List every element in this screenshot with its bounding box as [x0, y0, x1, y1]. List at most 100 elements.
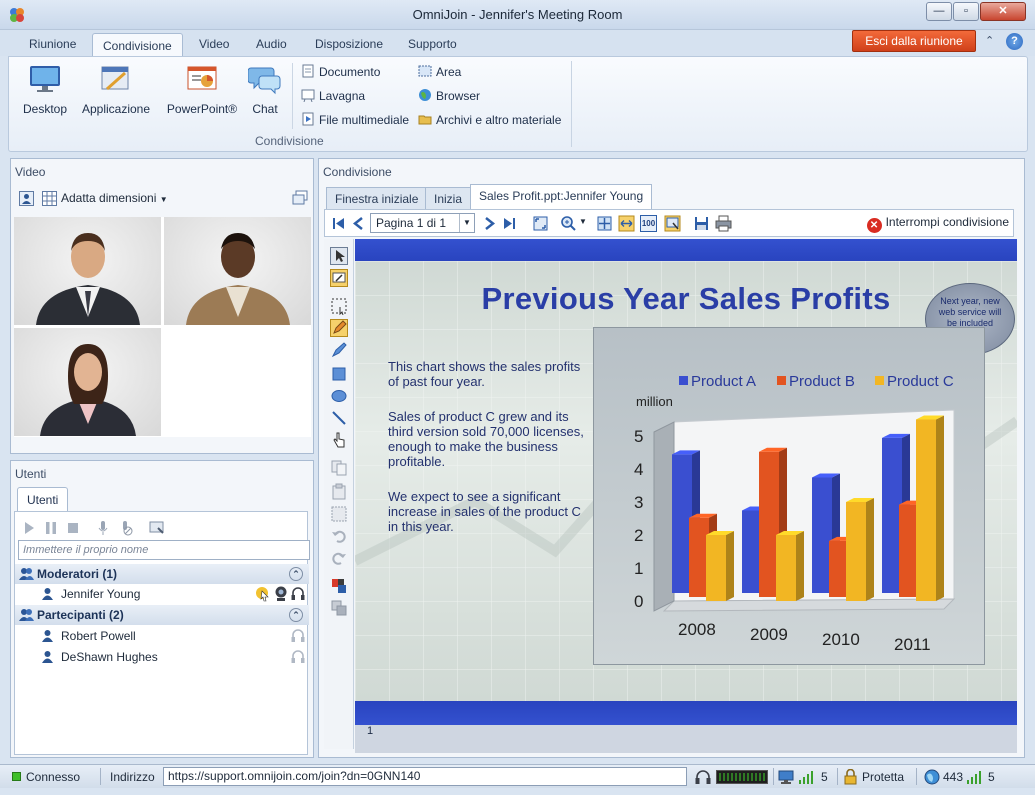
bar-side: [936, 415, 944, 601]
share-application-button[interactable]: Applicazione: [79, 63, 153, 116]
rectangle-tool-icon[interactable]: [330, 365, 348, 383]
page-select[interactable]: Pagina 1 di 1 ▼: [370, 213, 475, 233]
video-tile-participant-3[interactable]: [14, 328, 161, 436]
grid-layout-icon[interactable]: [42, 191, 57, 206]
fit-width-icon[interactable]: [618, 215, 635, 232]
paste-icon[interactable]: [330, 483, 348, 501]
share-desktop-button[interactable]: Desktop: [21, 63, 69, 116]
name-input[interactable]: Immettere il proprio nome: [18, 540, 310, 560]
undo-icon[interactable]: [330, 527, 348, 545]
tab-audio[interactable]: Audio: [256, 37, 287, 51]
tab-condivisione[interactable]: Condivisione: [92, 33, 183, 57]
presenter-pointer-icon[interactable]: [255, 586, 271, 602]
last-page-icon[interactable]: [501, 215, 518, 232]
user-video-icon[interactable]: [19, 191, 34, 206]
legend-swatch: [777, 376, 786, 385]
color-palette-icon[interactable]: [330, 577, 348, 595]
annotate-icon[interactable]: [330, 269, 348, 287]
video-tile-participant-1[interactable]: [14, 217, 161, 325]
headset-icon[interactable]: [291, 586, 305, 602]
whiteboard-button[interactable]: Lavagna: [301, 87, 365, 105]
first-page-icon[interactable]: [330, 215, 347, 232]
fit-page-icon[interactable]: [596, 215, 613, 232]
maximize-button[interactable]: ▫: [953, 2, 979, 21]
previous-page-icon[interactable]: [350, 215, 367, 232]
select-arrow-icon[interactable]: [330, 247, 348, 265]
select-all-icon[interactable]: [330, 505, 348, 523]
tab-users[interactable]: Utenti: [17, 487, 69, 512]
x-tick-label: 2008: [678, 620, 716, 639]
print-icon[interactable]: [715, 215, 732, 232]
chart-svg: 0 1 2 3 4 5 million Product A Product B Product C…: [634, 373, 956, 654]
slide-viewport[interactable]: Previous Year Sales Profits This chart s…: [355, 239, 1017, 753]
headset-icon[interactable]: [291, 628, 305, 644]
tab-sales-profit-ppt[interactable]: Sales Profit.ppt:Jennifer Young: [470, 184, 653, 209]
meeting-address-field[interactable]: https://support.omnijoin.com/join?dn=0GN…: [163, 767, 687, 786]
marquee-select-icon[interactable]: [330, 297, 348, 315]
list-item[interactable]: DeShawn Hughes: [41, 647, 158, 667]
zoom-icon[interactable]: [560, 215, 577, 232]
video-tile-participant-2[interactable]: [164, 217, 311, 325]
help-icon[interactable]: ?: [1006, 33, 1023, 50]
collapse-icon[interactable]: ⌃: [289, 608, 303, 622]
mute-microphone-icon[interactable]: [117, 520, 133, 536]
tab-initial-window[interactable]: Finestra iniziale: [326, 187, 428, 209]
save-icon[interactable]: [693, 215, 710, 232]
next-page-icon[interactable]: [481, 215, 498, 232]
copy-icon[interactable]: [330, 459, 348, 477]
hand-pointer-icon[interactable]: [330, 431, 348, 449]
close-button[interactable]: ✕: [980, 2, 1026, 21]
ribbon-group-label: Condivisione: [255, 134, 324, 148]
pencil-icon[interactable]: [330, 319, 348, 337]
monitor-viewers-icon: [778, 770, 794, 784]
tab-riunione[interactable]: Riunione: [29, 37, 76, 51]
archives-button[interactable]: Archivi e altro materiale: [418, 111, 561, 129]
stop-sharing-button[interactable]: ✕ Interrompi condivisione: [866, 215, 1009, 233]
tab-start[interactable]: Inizia: [425, 187, 472, 209]
tab-video[interactable]: Video: [199, 37, 229, 51]
stop-icon[interactable]: [65, 520, 81, 536]
fit-size-dropdown[interactable]: Adatta dimensioni ▼: [61, 191, 168, 205]
highlighter-icon[interactable]: [330, 341, 348, 359]
exit-meeting-button[interactable]: Esci dalla riunione: [852, 30, 976, 52]
popout-window-icon[interactable]: [292, 190, 308, 206]
share-document-button[interactable]: Documento: [301, 63, 380, 81]
presenter-icon[interactable]: [149, 520, 165, 536]
list-item[interactable]: Robert Powell: [41, 626, 136, 646]
layers-icon[interactable]: [330, 599, 348, 617]
y-tick-label: 0: [634, 592, 643, 611]
minimize-button[interactable]: —: [926, 2, 952, 21]
actual-size-icon[interactable]: 100: [640, 215, 657, 232]
line-tool-icon[interactable]: [330, 409, 348, 427]
status-divider: [773, 768, 774, 785]
microphone-icon[interactable]: [95, 520, 111, 536]
headset-icon[interactable]: [291, 649, 305, 665]
media-file-button[interactable]: File multimediale: [301, 111, 409, 129]
tab-disposizione[interactable]: Disposizione: [315, 37, 383, 51]
redo-icon[interactable]: [330, 549, 348, 567]
chat-icon: [247, 67, 281, 95]
play-icon[interactable]: [21, 520, 37, 536]
share-area-button[interactable]: Area: [418, 63, 461, 81]
chat-label: Chat: [252, 102, 278, 116]
pause-icon[interactable]: [43, 520, 59, 536]
participants-header[interactable]: Partecipanti (2) ⌃: [15, 605, 309, 625]
headset-icon[interactable]: [695, 769, 711, 785]
chat-button[interactable]: Chat: [247, 63, 283, 116]
moderators-header[interactable]: Moderatori (1) ⌃: [15, 564, 309, 584]
share-browser-button[interactable]: Browser: [418, 87, 480, 105]
pointer-mode-icon[interactable]: [664, 215, 681, 232]
share-powerpoint-button[interactable]: PowerPoint®: [164, 63, 240, 116]
tab-supporto[interactable]: Supporto: [408, 37, 457, 51]
collapse-ribbon-icon[interactable]: ⌃: [985, 34, 994, 47]
chevron-down-icon[interactable]: ▼: [579, 217, 587, 226]
list-item[interactable]: Jennifer Young: [41, 584, 140, 604]
fullscreen-icon[interactable]: [532, 215, 549, 232]
sharing-panel-title: Condivisione: [323, 165, 392, 179]
video-panel-title: Video: [15, 165, 46, 179]
collapse-icon[interactable]: ⌃: [289, 567, 303, 581]
y-tick-label: 3: [634, 493, 643, 512]
presentation-toolbar: Pagina 1 di 1 ▼ ▼ 100 ✕ Interrompi condivi…: [324, 209, 1014, 237]
ellipse-tool-icon[interactable]: [330, 387, 348, 405]
webcam-icon[interactable]: [274, 586, 288, 602]
